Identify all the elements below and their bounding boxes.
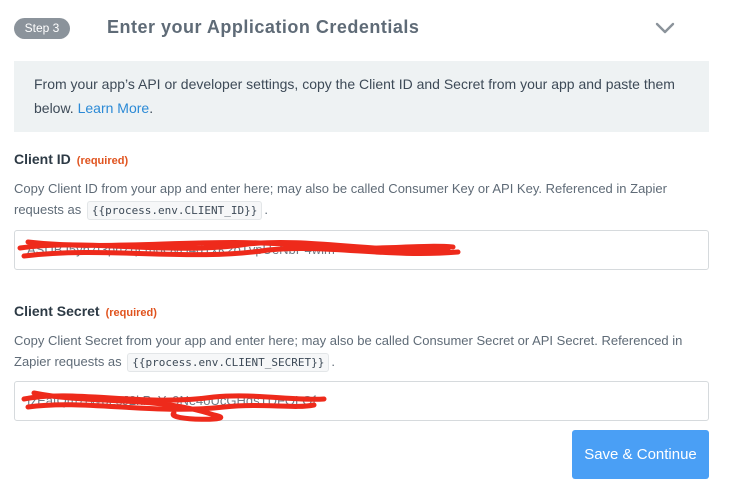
client-id-label-text: Client ID <box>14 151 71 167</box>
info-suffix: . <box>149 100 154 116</box>
step-title: Enter your Application Credentials <box>107 17 420 37</box>
client-id-value: ASUBJ5yh7t3pnZqLm0QvH4dTxK2oTvpUeNbP4wim <box>27 242 335 257</box>
info-box: From your app’s API or developer setting… <box>14 61 709 132</box>
client-secret-help-text: Copy Client Secret from your app and ent… <box>14 333 683 369</box>
step-badge: Step 3 <box>14 18 70 39</box>
client-secret-env-code: {{process.env.CLIENT_SECRET}} <box>127 353 330 372</box>
client-id-label: Client ID (required) <box>14 151 128 167</box>
client-secret-help: Copy Client Secret from your app and ent… <box>14 330 714 372</box>
credentials-step-panel: Step 3 Enter your Application Credential… <box>0 0 751 486</box>
chevron-down-icon[interactable] <box>654 20 676 36</box>
client-secret-input[interactable]: fzEatQm7rWbLsJ2kPxYv9Ne4oUcGHdsTDFOLOf <box>14 381 709 421</box>
client-id-input[interactable]: ASUBJ5yh7t3pnZqLm0QvH4dTxK2oTvpUeNbP4wim <box>14 230 709 270</box>
save-continue-button[interactable]: Save & Continue <box>572 430 709 479</box>
client-id-help: Copy Client ID from your app and enter h… <box>14 178 714 220</box>
client-id-help-suffix: . <box>264 202 269 217</box>
client-id-env-code: {{process.env.CLIENT_ID}} <box>86 201 263 220</box>
client-secret-required: (required) <box>105 307 157 319</box>
learn-more-link[interactable]: Learn More <box>78 100 150 116</box>
client-secret-label: Client Secret (required) <box>14 303 157 319</box>
client-secret-help-suffix: . <box>331 354 335 369</box>
client-secret-label-text: Client Secret <box>14 303 100 319</box>
client-secret-value: fzEatQm7rWbLsJ2kPxYv9Ne4oUcGHdsTDFOLOf <box>27 393 316 408</box>
client-id-required: (required) <box>76 155 129 167</box>
